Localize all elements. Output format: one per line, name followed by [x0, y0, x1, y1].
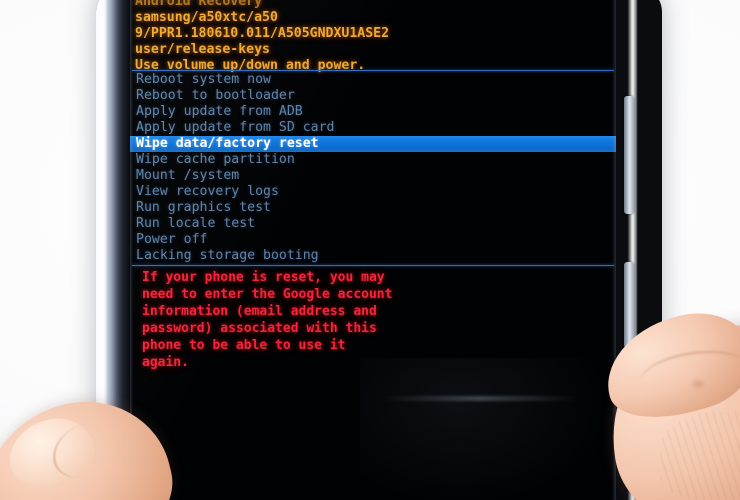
recovery-menu: Reboot system now Reboot to bootloader A… [130, 72, 616, 264]
menu-item-run-graphics-test[interactable]: Run graphics test [130, 200, 616, 216]
menu-item-reboot-system-now[interactable]: Reboot system now [130, 72, 616, 88]
menu-item-power-off[interactable]: Power off [130, 232, 616, 248]
warning-line: phone to be able to use it [142, 338, 346, 353]
factory-reset-warning: If your phone is reset, you may need to … [142, 269, 542, 371]
warning-line: If your phone is reset, you may [142, 270, 385, 285]
volume-rocker-button[interactable] [624, 96, 634, 214]
header-line-title: Android Recovery [135, 0, 263, 9]
warning-line: password) associated with this [142, 321, 377, 336]
menu-item-apply-update-from-adb[interactable]: Apply update from ADB [130, 104, 616, 120]
menu-item-lacking-storage-booting[interactable]: Lacking storage booting [130, 248, 616, 264]
right-hand-knuckle [690, 378, 706, 390]
menu-item-view-recovery-logs[interactable]: View recovery logs [130, 184, 616, 200]
power-button[interactable] [624, 262, 634, 348]
header-line-build: 9/PPR1.180610.011/A505GNDXU1ASE2 [135, 26, 390, 41]
screen-reflection-streak [380, 396, 580, 401]
menu-item-reboot-to-bootloader[interactable]: Reboot to bootloader [130, 88, 616, 104]
divider-top [132, 70, 614, 71]
menu-item-apply-update-from-sd-card[interactable]: Apply update from SD card [130, 120, 616, 136]
recovery-header: Android Recovery samsung/a50xtc/a50 9/PP… [135, 0, 605, 74]
header-line-device: samsung/a50xtc/a50 [135, 10, 278, 25]
screenshot-root: Android Recovery samsung/a50xtc/a50 9/PP… [0, 0, 740, 500]
warning-line: again. [142, 355, 189, 370]
divider-bottom [132, 265, 614, 266]
warning-line: need to enter the Google account [142, 287, 393, 302]
header-line-keys: user/release-keys [135, 42, 270, 57]
menu-item-wipe-cache-partition[interactable]: Wipe cache partition [130, 152, 616, 168]
menu-item-run-locale-test[interactable]: Run locale test [130, 216, 616, 232]
recovery-screen: Android Recovery samsung/a50xtc/a50 9/PP… [130, 0, 616, 500]
screen-glare [360, 358, 610, 500]
warning-line: information (email address and [142, 304, 377, 319]
menu-item-wipe-data-factory-reset[interactable]: Wipe data/factory reset [130, 136, 616, 152]
phone-screen[interactable]: Android Recovery samsung/a50xtc/a50 9/PP… [130, 0, 616, 500]
menu-item-mount-system[interactable]: Mount /system [130, 168, 616, 184]
